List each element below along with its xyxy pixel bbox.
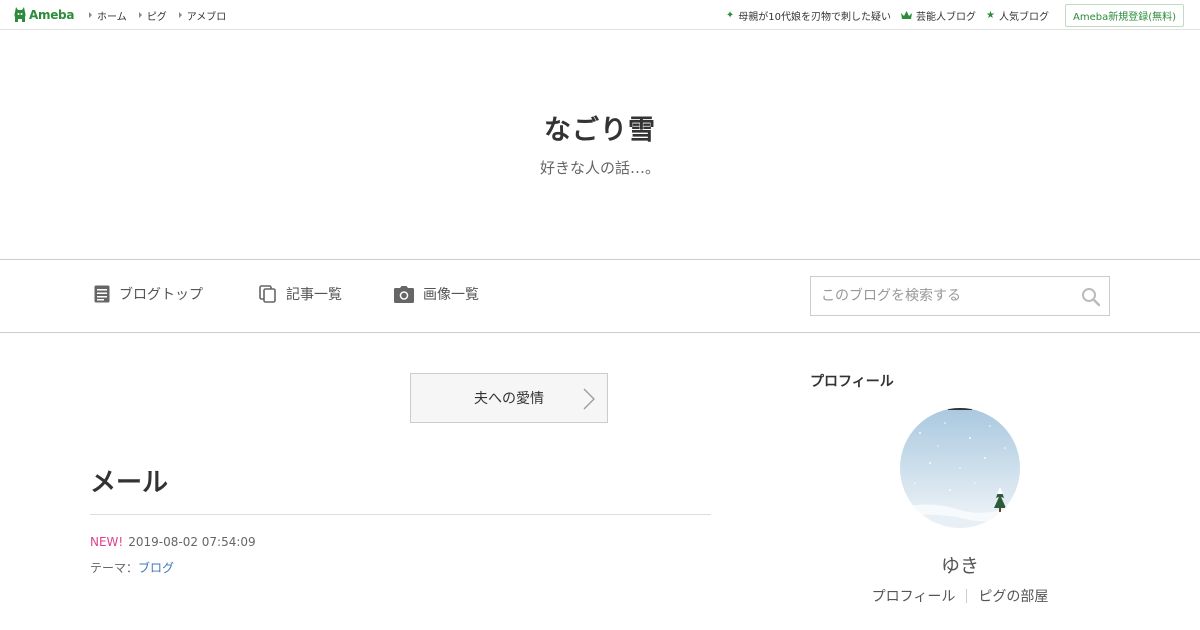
- entry-theme-link[interactable]: ブログ: [138, 561, 174, 575]
- snow-scene-avatar-image: [900, 408, 1020, 528]
- nav-label: ブログトップ: [119, 287, 203, 303]
- new-badge: NEW!: [90, 535, 124, 549]
- blog-nav: ブログトップ 記事一覧 画像一覧: [0, 259, 1200, 333]
- global-nav-ameblo[interactable]: アメブロ: [178, 8, 227, 23]
- camera-icon: [394, 285, 414, 303]
- theme-button-label: 夫への愛情: [474, 391, 544, 407]
- entry-theme: テーマ：ブログ: [90, 559, 174, 576]
- header-links: ✦ 母親が10代娘を刃物で刺した疑い 芸能人ブログ ★ 人気ブログ Ameba新…: [726, 0, 1184, 30]
- global-nav-home[interactable]: ホーム: [89, 8, 127, 23]
- chevron-right-icon: [583, 388, 595, 410]
- sparkle-icon: ✦: [725, 9, 735, 21]
- profile-links: プロフィール ピグの部屋: [810, 586, 1110, 606]
- global-header: Ameba ホーム ピグ アメブロ ✦ 母親が10代娘を刃物で刺した疑い 芸能人…: [0, 0, 1200, 30]
- popular-blog-link[interactable]: ★ 人気ブログ: [986, 8, 1049, 23]
- celebrity-blog-link[interactable]: 芸能人ブログ: [901, 8, 976, 23]
- global-nav-pigg[interactable]: ピグ: [138, 8, 167, 23]
- entry-title[interactable]: メール: [90, 462, 168, 499]
- news-link-label: 母親が10代娘を刃物で刺した疑い: [738, 11, 892, 23]
- entry-meta: NEW! 2019-08-02 07:54:09: [90, 535, 256, 549]
- nav-blog-top[interactable]: ブログトップ: [94, 284, 203, 304]
- theme-button[interactable]: 夫への愛情: [410, 373, 608, 423]
- entry-theme-prefix: テーマ：: [90, 561, 139, 575]
- global-nav: ホーム ピグ アメブロ: [89, 0, 238, 30]
- profile-avatar[interactable]: [900, 408, 1020, 528]
- blog-title[interactable]: なごり雪: [0, 108, 1200, 147]
- caret-right-icon: [89, 12, 92, 18]
- blog-description: 好きな人の話…。: [539, 159, 660, 177]
- star-icon: ★: [986, 9, 995, 21]
- ameba-mascot-icon: [14, 7, 26, 22]
- register-button[interactable]: Ameba新規登録(無料): [1064, 3, 1184, 27]
- link-divider: [966, 589, 968, 603]
- profile-link[interactable]: プロフィール: [872, 586, 956, 606]
- profile-name[interactable]: ゆき: [810, 551, 1110, 578]
- ameba-logo[interactable]: Ameba: [13, 6, 74, 24]
- pigg-room-link[interactable]: ピグの部屋: [978, 586, 1048, 606]
- search-icon[interactable]: [1081, 287, 1101, 307]
- document-icon: [94, 285, 110, 303]
- news-link[interactable]: ✦ 母親が10代娘を刃物で刺した疑い: [726, 8, 891, 23]
- celebrity-blog-label: 芸能人ブログ: [916, 11, 977, 23]
- nav-label: 画像一覧: [423, 287, 479, 303]
- search-input[interactable]: [811, 277, 1071, 315]
- logo-text: Ameba: [29, 8, 75, 22]
- copy-icon: [259, 285, 276, 303]
- nav-article-list[interactable]: 記事一覧: [259, 284, 342, 304]
- entry-divider: [90, 514, 711, 515]
- blog-search: [810, 276, 1110, 316]
- global-nav-label: ピグ: [146, 11, 167, 23]
- global-nav-label: ホーム: [97, 11, 127, 23]
- profile-heading: プロフィール: [810, 374, 894, 390]
- nav-image-list[interactable]: 画像一覧: [394, 284, 479, 304]
- crown-icon: [901, 10, 913, 19]
- entry-date: 2019-08-02 07:54:09: [128, 535, 256, 549]
- nav-label: 記事一覧: [286, 287, 342, 303]
- global-nav-label: アメブロ: [186, 11, 227, 23]
- caret-right-icon: [178, 12, 182, 18]
- caret-right-icon: [138, 12, 142, 18]
- popular-blog-label: 人気ブログ: [998, 11, 1049, 23]
